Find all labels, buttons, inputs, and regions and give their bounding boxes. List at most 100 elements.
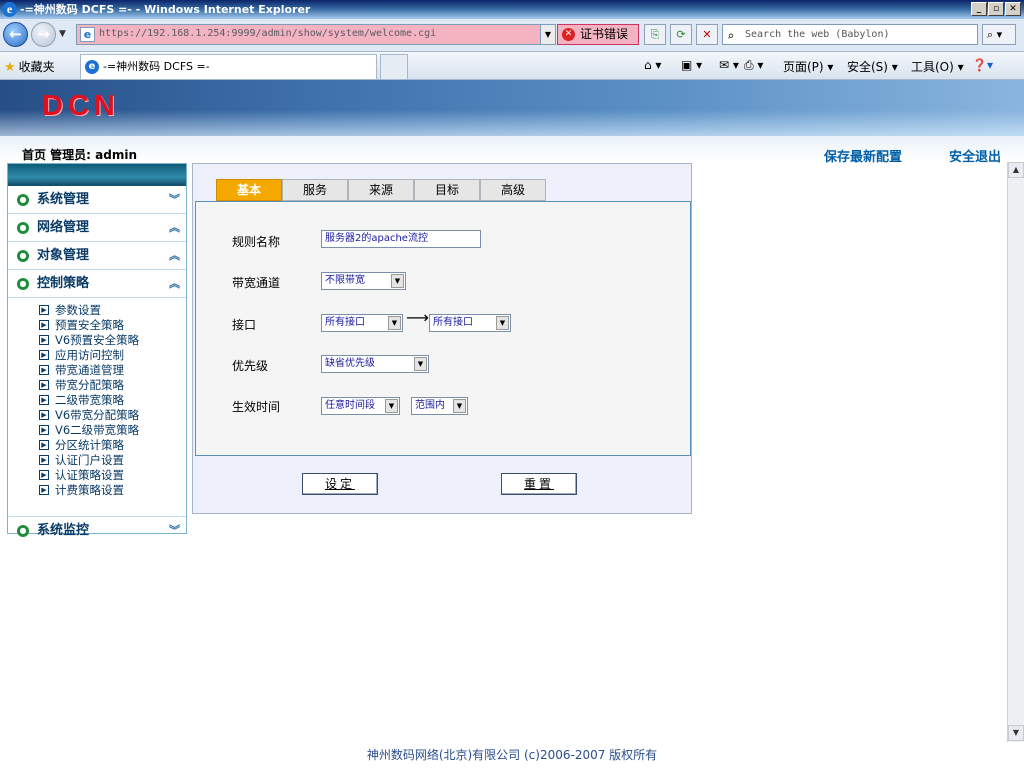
tab-basic[interactable]: 基本 — [216, 179, 282, 201]
item-arrow-icon: ▶ — [39, 455, 49, 465]
time-label: 生效时间 — [232, 400, 281, 414]
address-dropdown-icon[interactable]: ▼ — [540, 25, 555, 44]
sidebar-item-params[interactable]: ▶ 参数设置 — [8, 303, 186, 318]
item-arrow-icon: ▶ — [39, 470, 49, 480]
sidebar-section-label: 控制策略 — [37, 276, 90, 291]
chevron-up-icon: ︽ — [169, 249, 180, 262]
sidebar-item-label: V6预置安全策略 — [55, 333, 140, 347]
page-menu[interactable]: 页面(P) ▾ — [783, 58, 833, 75]
sidebar-item-app-access[interactable]: ▶ 应用访问控制 — [8, 348, 186, 363]
channel-label: 带宽通道 — [232, 276, 281, 290]
minimize-button[interactable]: _ — [971, 2, 987, 16]
section-bullet-icon: ● — [17, 222, 29, 234]
interface-to-select[interactable]: 所有接口 ▼ — [429, 314, 511, 332]
address-bar[interactable]: e https://192.168.1.254:9999/admin/show/… — [76, 24, 556, 45]
history-dropdown-icon[interactable]: ▼ — [59, 29, 66, 39]
tab-service[interactable]: 服务 — [282, 179, 348, 201]
chevron-up-icon: ︽ — [169, 277, 180, 290]
search-provider-icon: ⌕ — [727, 29, 735, 43]
feeds-icon[interactable]: ▣ ▾ — [681, 58, 702, 72]
back-button[interactable]: ← — [3, 22, 28, 47]
star-icon: ★ — [4, 60, 16, 75]
sidebar-section-label: 对象管理 — [37, 248, 90, 263]
refresh-icon[interactable]: ⟳ — [670, 24, 692, 45]
item-arrow-icon: ▶ — [39, 485, 49, 495]
dropdown-arrow-icon: ▼ — [388, 316, 401, 330]
home-icon[interactable]: ⌂ ▾ — [644, 58, 661, 72]
sidebar-item-auth-policy[interactable]: ▶ 认证策略设置 — [8, 468, 186, 483]
priority-select[interactable]: 缺省优先级 ▼ — [321, 355, 429, 373]
item-arrow-icon: ▶ — [39, 350, 49, 360]
sidebar-item-bandwidth-allocation[interactable]: ▶ 带宽分配策略 — [8, 378, 186, 393]
help-icon[interactable]: ❓▾ — [972, 58, 993, 72]
sidebar-item-label: 应用访问控制 — [55, 348, 124, 362]
sidebar-section-control[interactable]: ● 控制策略 ︽ — [8, 270, 186, 298]
sidebar-item-label: 参数设置 — [55, 303, 101, 317]
stop-icon[interactable]: ✕ — [696, 24, 718, 45]
tab-source[interactable]: 来源 — [348, 179, 414, 201]
search-input[interactable]: ⌕ Search the web (Babylon) — [722, 24, 978, 45]
sidebar-section-objects[interactable]: ● 对象管理 ︽ — [8, 242, 186, 270]
sidebar-item-billing-policy[interactable]: ▶ 计费策略设置 — [8, 483, 186, 498]
scroll-down-icon[interactable]: ▼ — [1008, 725, 1024, 741]
reset-button[interactable]: 重置 — [501, 473, 577, 495]
sidebar-item-auth-portal[interactable]: ▶ 认证门户设置 — [8, 453, 186, 468]
sidebar-item-v6-secondary-bandwidth[interactable]: ▶ V6二级带宽策略 — [8, 423, 186, 438]
search-button[interactable]: ⌕ ▾ — [982, 24, 1016, 45]
save-config-link[interactable]: 保存最新配置 — [824, 146, 902, 165]
time-range-select[interactable]: 任意时间段 ▼ — [321, 397, 400, 415]
sidebar-item-bandwidth-channel[interactable]: ▶ 带宽通道管理 — [8, 363, 186, 378]
maximize-button[interactable]: ▫ — [988, 2, 1004, 16]
sidebar-section-label: 系统管理 — [37, 192, 90, 207]
chevron-down-icon: ︾ — [169, 193, 180, 206]
sidebar-item-v6-preset-security[interactable]: ▶ V6预置安全策略 — [8, 333, 186, 348]
close-window-button[interactable]: ✕ — [1005, 2, 1021, 16]
channel-select[interactable]: 不限带宽 ▼ — [321, 272, 406, 290]
forward-button[interactable]: → — [31, 22, 56, 47]
time-scope-select[interactable]: 范围内 ▼ — [411, 397, 468, 415]
ie-icon: e — [2, 2, 17, 17]
chevron-down-icon: ︾ — [169, 524, 180, 537]
tab-target[interactable]: 目标 — [414, 179, 480, 201]
logout-link[interactable]: 安全退出 — [949, 146, 1001, 165]
header-banner: DCN — [0, 80, 1024, 136]
item-arrow-icon: ▶ — [39, 335, 49, 345]
sidebar-item-v6-bandwidth-allocation[interactable]: ▶ V6带宽分配策略 — [8, 408, 186, 423]
vertical-scrollbar[interactable]: ▲ ▼ — [1007, 162, 1024, 742]
scroll-up-icon[interactable]: ▲ — [1008, 162, 1024, 178]
sidebar-item-secondary-bandwidth[interactable]: ▶ 二级带宽策略 — [8, 393, 186, 408]
item-arrow-icon: ▶ — [39, 365, 49, 375]
safety-menu[interactable]: 安全(S) ▾ — [847, 58, 898, 75]
dcn-logo: DCN — [42, 90, 120, 122]
rule-name-input[interactable]: 服务器2的apache流控 — [321, 230, 481, 248]
dropdown-arrow-icon: ▼ — [414, 357, 427, 371]
tab-advanced[interactable]: 高级 — [480, 179, 546, 201]
sidebar-item-zone-stats[interactable]: ▶ 分区统计策略 — [8, 438, 186, 453]
sidebar-section-label: 系统监控 — [37, 523, 90, 538]
favorites-button[interactable]: ★ 收藏夹 — [4, 58, 55, 75]
browser-tab[interactable]: e -=神州数码 DCFS =- — [80, 54, 377, 79]
new-tab-button[interactable] — [380, 54, 408, 79]
page-icon: e — [80, 27, 95, 42]
interface-from-select[interactable]: 所有接口 ▼ — [321, 314, 403, 332]
sidebar-item-label: 带宽分配策略 — [55, 378, 124, 392]
certificate-error-button[interactable]: ✕ 证书错误 — [557, 24, 639, 45]
sidebar-section-network[interactable]: ● 网络管理 ︽ — [8, 214, 186, 242]
interface-label: 接口 — [232, 318, 257, 332]
set-button[interactable]: 设定 — [302, 473, 378, 495]
priority-value: 缺省优先级 — [325, 358, 375, 369]
print-icon[interactable]: ⎙ ▾ — [744, 58, 763, 73]
compatibility-icon[interactable]: ⎘ — [644, 24, 666, 45]
tools-menu-label: 工具(O) — [911, 60, 954, 74]
mail-icon[interactable]: ✉ ▾ — [719, 58, 739, 72]
sidebar-item-preset-security[interactable]: ▶ 预置安全策略 — [8, 318, 186, 333]
item-arrow-icon: ▶ — [39, 410, 49, 420]
sidebar-section-monitor[interactable]: ● 系统监控 ︾ — [8, 516, 186, 544]
priority-label: 优先级 — [232, 359, 269, 373]
sidebar-item-label: 带宽通道管理 — [55, 363, 124, 377]
sidebar-item-label: 预置安全策略 — [55, 318, 124, 332]
item-arrow-icon: ▶ — [39, 425, 49, 435]
sidebar-section-system[interactable]: ● 系统管理 ︾ — [8, 186, 186, 214]
tools-menu[interactable]: 工具(O) ▾ — [911, 58, 964, 75]
address-text[interactable]: https://192.168.1.254:9999/admin/show/sy… — [99, 28, 436, 39]
